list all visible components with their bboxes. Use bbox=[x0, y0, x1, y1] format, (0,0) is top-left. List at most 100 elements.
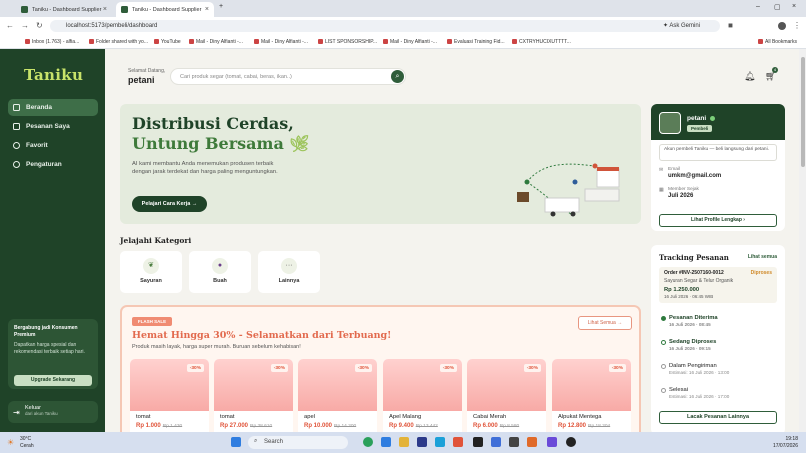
step-date: 16 Juli 2026 · 08:45 bbox=[669, 322, 711, 327]
leaf-icon: ❦ bbox=[143, 258, 159, 274]
current-order[interactable]: Order #INV-2507160-0012 Diproses Sayuran… bbox=[659, 267, 777, 303]
hero-title-line1: Distribusi Cerdas, bbox=[132, 114, 294, 133]
new-tab-icon[interactable]: + bbox=[219, 3, 223, 10]
product-card[interactable]: -30% Alpukat Mentega Rp 12.800 Rp 18.304 bbox=[552, 359, 631, 432]
bookmark-item[interactable]: Folder shared with yo... bbox=[89, 39, 148, 45]
edge-icon[interactable] bbox=[381, 437, 391, 447]
app-icon[interactable] bbox=[566, 437, 576, 447]
mail-icon: ✉ bbox=[659, 167, 664, 173]
profile-avatar[interactable] bbox=[778, 22, 786, 30]
order-amount: Rp 1.250.000 bbox=[664, 286, 700, 293]
profile-header: petani Pembeli bbox=[651, 104, 785, 140]
sidebar-item-pengaturan[interactable]: Pengaturan bbox=[8, 156, 98, 173]
product-name: tomat bbox=[136, 414, 151, 420]
sidebar-item-beranda[interactable]: Beranda bbox=[8, 99, 98, 116]
product-search-input[interactable]: Cari produk segar (tomat, cabai, beras, … bbox=[170, 68, 406, 85]
browser-tab[interactable]: Taniku - Dashboard Supplier × bbox=[16, 2, 112, 17]
app-icon[interactable] bbox=[473, 437, 483, 447]
category-lainnya[interactable]: ··· Lainnya bbox=[258, 251, 320, 293]
extensions-icon[interactable]: ◼ bbox=[728, 22, 733, 29]
terminal-icon[interactable] bbox=[509, 437, 519, 447]
bookmark-item[interactable]: LIST SPONSORSHIP... bbox=[318, 39, 377, 45]
app-icon[interactable] bbox=[547, 437, 557, 447]
category-buah[interactable]: ● Buah bbox=[189, 251, 251, 293]
app-icon[interactable] bbox=[527, 437, 537, 447]
sidebar-item-favorit[interactable]: Favorit bbox=[8, 137, 98, 154]
bookmark-item[interactable]: Mail - Diny Alfianti -... bbox=[254, 39, 308, 45]
taskbar-search-label: Search bbox=[264, 439, 284, 445]
page-scrollbar[interactable] bbox=[799, 49, 806, 432]
weather-desc: Cerah bbox=[20, 442, 34, 449]
product-price: Rp 12.800 Rp 18.304 bbox=[552, 420, 631, 429]
bookmark-item[interactable]: Evaluasi Training Fid... bbox=[447, 39, 505, 45]
app-icon[interactable] bbox=[453, 437, 463, 447]
product-name: tomat bbox=[220, 414, 235, 420]
bookmark-item[interactable]: Mail - Diny Alfianti -... bbox=[383, 39, 437, 45]
vscode-icon[interactable] bbox=[491, 437, 501, 447]
file-explorer-icon[interactable] bbox=[399, 437, 409, 447]
chrome-icon[interactable] bbox=[363, 437, 373, 447]
greeting-text: Selamat Datang, bbox=[128, 68, 166, 74]
maximize-icon[interactable]: ▢ bbox=[774, 3, 781, 11]
weather-widget[interactable]: 30°C Cerah bbox=[20, 436, 34, 449]
product-card[interactable]: -30% Cabai Merah Rp 6.000 Rp 8.580 bbox=[467, 359, 546, 432]
all-bookmarks[interactable]: All Bookmarks bbox=[758, 39, 797, 45]
product-image: -30% bbox=[467, 359, 546, 411]
product-card[interactable]: -30% tomat Rp 1.000 Rp 1.430 bbox=[130, 359, 209, 432]
forward-icon[interactable]: → bbox=[21, 21, 29, 30]
product-card[interactable]: -30% Apel Malang Rp 9.400 Rp 13.442 bbox=[383, 359, 462, 432]
cart-count-badge: 4 bbox=[772, 67, 778, 73]
promo-title: Bergabung jadi Konsumen Premium bbox=[14, 325, 78, 338]
notification-bell-icon[interactable]: 🔔︎ bbox=[744, 71, 755, 82]
bookmark-item[interactable]: CXTRYHUCIXUTTTT... bbox=[512, 39, 571, 45]
view-profile-button[interactable]: Lihat Profile Lengkap › bbox=[659, 214, 777, 227]
tab-label: Taniku - Dashboard Supplier bbox=[32, 6, 102, 13]
clock-date: 17/07/2026 bbox=[772, 442, 798, 449]
product-name: apel bbox=[304, 414, 315, 420]
upgrade-button[interactable]: Upgrade Sekarang bbox=[14, 375, 92, 386]
taskbar-search[interactable]: ⌕ Search bbox=[248, 436, 348, 449]
app-icon[interactable] bbox=[417, 437, 427, 447]
product-image: -30% bbox=[552, 359, 631, 411]
tracking-step: Sedang Diproses 16 Juli 2026 · 09:15 bbox=[661, 339, 716, 351]
bookmark-item[interactable]: Mail - Diny Alfianti -... bbox=[189, 39, 243, 45]
orders-icon bbox=[13, 123, 20, 130]
close-tab-icon[interactable]: × bbox=[205, 6, 209, 13]
sidebar-item-pesanan[interactable]: Pesanan Saya bbox=[8, 118, 98, 135]
step-pending-icon bbox=[661, 364, 666, 369]
see-all-flash-button[interactable]: Lihat Semua → bbox=[578, 316, 632, 330]
category-sayuran[interactable]: ❦ Sayuran bbox=[120, 251, 182, 293]
ask-gemini-label: Ask Gemini bbox=[669, 23, 700, 29]
reload-icon[interactable]: ↻ bbox=[36, 21, 43, 30]
bookmark-item[interactable]: YouTube bbox=[154, 39, 181, 45]
url-input[interactable]: localhost:5173/pembeli/dashboard ✦ Ask G… bbox=[50, 20, 720, 32]
learn-how-button[interactable]: Pelajari Cara Kerja → bbox=[132, 196, 207, 212]
track-other-orders-button[interactable]: Lacak Pesanan Lainnya bbox=[659, 411, 777, 424]
product-card[interactable]: -30% tomat Rp 27.000 Rp 38.610 bbox=[214, 359, 293, 432]
search-icon[interactable]: ⌕ bbox=[391, 70, 404, 83]
taniku-logo[interactable]: Taniku bbox=[24, 66, 83, 84]
flash-sale-subtitle: Produk masih layak, harga super murah. B… bbox=[132, 344, 301, 350]
back-icon[interactable]: ← bbox=[6, 21, 14, 30]
tracking-see-all-link[interactable]: Lihat semua bbox=[748, 254, 777, 260]
close-tab-icon[interactable]: × bbox=[103, 6, 107, 13]
hero-description: AI kami membantu Anda menemukan produsen… bbox=[132, 161, 278, 176]
close-window-icon[interactable]: × bbox=[792, 3, 796, 10]
browser-menu-icon[interactable]: ⋮ bbox=[793, 21, 801, 30]
product-card[interactable]: -30% apel Rp 10.000 Rp 14.300 bbox=[298, 359, 377, 432]
logout-button[interactable]: ⇥ Keluar dari akun Taniku bbox=[8, 401, 98, 423]
clock[interactable]: 19:18 17/07/2026 bbox=[773, 436, 798, 449]
scrollbar-thumb[interactable] bbox=[800, 57, 805, 167]
step-date: 16 Juli 2026 · 09:15 bbox=[669, 346, 711, 351]
step-label: Selesai bbox=[669, 387, 689, 393]
bookmark-item[interactable]: Inbox (1.763) - alfia... bbox=[25, 39, 79, 45]
minimize-icon[interactable]: – bbox=[756, 3, 760, 10]
sprout-icon: 🌿︎ bbox=[289, 134, 310, 153]
browser-tab-active[interactable]: Taniku - Dashboard Supplier × bbox=[116, 2, 214, 17]
price-old: Rp 38.610 bbox=[250, 424, 273, 429]
app-icon[interactable] bbox=[435, 437, 445, 447]
price-now: Rp 12.800 bbox=[558, 423, 587, 429]
windows-start-icon[interactable] bbox=[231, 437, 241, 447]
ask-gemini-button[interactable]: ✦ Ask Gemini bbox=[663, 22, 700, 29]
online-status-icon bbox=[710, 116, 715, 121]
